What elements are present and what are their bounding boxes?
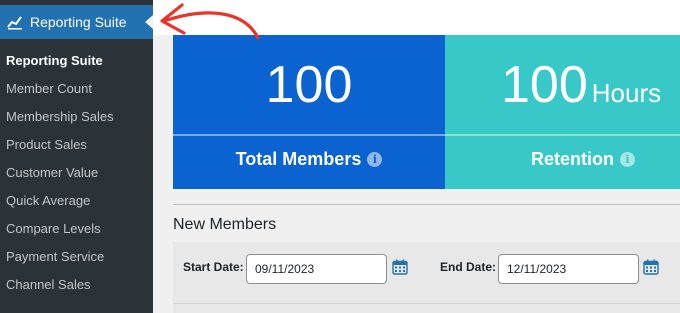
reporting-suite-menu[interactable]: Reporting Suite: [0, 5, 153, 39]
submenu-item-compare-levels[interactable]: Compare Levels: [0, 215, 153, 243]
chart-line-icon: [7, 16, 22, 30]
stat-label-text: Total Members: [235, 149, 362, 169]
calendar-icon[interactable]: [392, 259, 408, 275]
section-divider: [173, 204, 680, 205]
submenu-item-channel-sales[interactable]: Channel Sales: [0, 271, 153, 299]
start-date-input[interactable]: [246, 254, 387, 284]
submenu-item-reporting-suite[interactable]: Reporting Suite: [0, 47, 153, 75]
panel-divider: [173, 303, 680, 304]
current-menu-caret: [145, 15, 153, 29]
end-date-label: End Date:: [440, 260, 497, 274]
admin-sidebar: Reporting Suite Reporting Suite Member C…: [0, 0, 153, 313]
start-date-label: Start Date:: [183, 260, 244, 274]
submenu-item-product-sales[interactable]: Product Sales: [0, 131, 153, 159]
calendar-icon[interactable]: [643, 259, 659, 275]
stat-value: 100: [173, 55, 445, 115]
info-icon[interactable]: i: [367, 152, 383, 167]
stat-card-retention: 100 Hours Retention i: [445, 35, 680, 189]
stat-number: 100: [265, 56, 353, 114]
stat-card-total-members: 100 Total Members i: [173, 35, 445, 189]
stat-label-text: Retention: [531, 149, 614, 169]
end-date-input[interactable]: [498, 254, 639, 284]
stat-number: 100: [501, 56, 588, 114]
card-divider: [445, 134, 680, 136]
reporting-submenu: Reporting Suite Member Count Membership …: [0, 47, 153, 299]
stat-label: Total Members i: [173, 149, 445, 170]
info-icon[interactable]: i: [620, 152, 635, 167]
stat-value: 100 Hours: [501, 55, 680, 115]
submenu-item-membership-sales[interactable]: Membership Sales: [0, 103, 153, 131]
main-content: 100 Total Members i 100 Hours Retention i N…: [153, 0, 680, 313]
stat-unit: Hours: [591, 78, 662, 108]
submenu-item-customer-value[interactable]: Customer Value: [0, 159, 153, 187]
section-title: New Members: [173, 216, 277, 233]
menu-title: Reporting Suite: [30, 14, 127, 30]
submenu-item-member-count[interactable]: Member Count: [0, 75, 153, 103]
top-strip: [153, 0, 680, 35]
card-divider: [173, 134, 445, 136]
submenu-item-payment-service[interactable]: Payment Service: [0, 243, 153, 271]
stat-label: Retention i: [531, 149, 680, 170]
submenu-item-quick-average[interactable]: Quick Average: [0, 187, 153, 215]
